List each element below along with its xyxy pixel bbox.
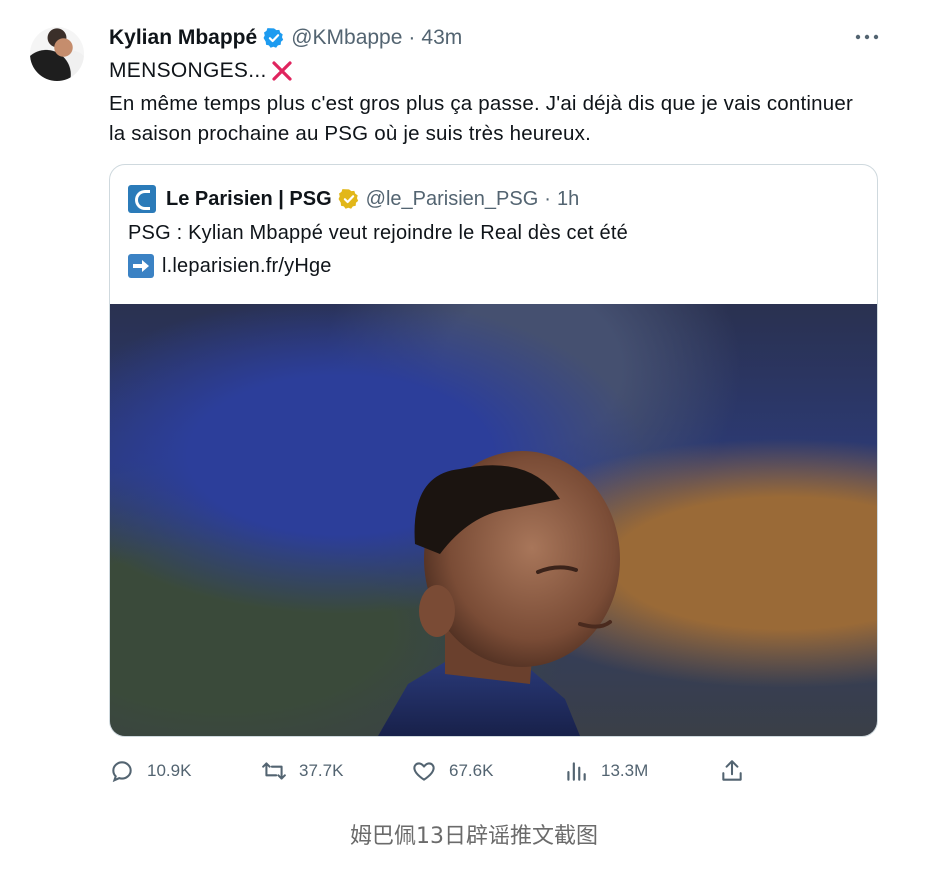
retweet-icon [262, 762, 286, 780]
tweet: Kylian Mbappé @KMbappe · 43m MENSONGES..… [0, 0, 948, 874]
tweet-text-body: En même temps plus c'est gros plus ça pa… [109, 92, 853, 145]
like-action[interactable]: 67.6K [411, 757, 493, 785]
cross-mark-icon [272, 61, 292, 81]
separator-dot: · [408, 26, 416, 49]
views-count: 13.3M [601, 761, 649, 780]
more-icon[interactable] [852, 27, 882, 47]
like-icon [413, 762, 435, 781]
tweet-text-mensonges: MENSONGES... [109, 59, 267, 82]
right-arrow-icon [128, 254, 154, 278]
share-icon [722, 760, 742, 781]
reply-icon [112, 761, 132, 783]
retweet-count: 37.7K [299, 761, 344, 780]
tweet-time[interactable]: 43m [421, 26, 462, 50]
tweet-text-line1: MENSONGES... [109, 59, 293, 83]
quoted-tweet-link-row: l.leparisien.fr/yHge [128, 254, 332, 278]
quoted-tweet[interactable]: Le Parisien | PSG @le_Parisien_PSG · 1h … [109, 164, 878, 737]
views-action[interactable]: 13.3M [563, 757, 648, 785]
quoted-tweet-time[interactable]: 1h [557, 188, 579, 211]
le-parisien-logo-icon[interactable] [128, 185, 156, 213]
verified-badge-icon [263, 28, 284, 48]
author-handle[interactable]: @KMbappe [291, 26, 402, 50]
reply-count: 10.9K [147, 761, 192, 780]
like-count: 67.6K [449, 761, 494, 780]
tweet-actions: 10.9K 37.7K 67.6K 13.3M [109, 757, 849, 785]
quoted-separator-dot: · [544, 187, 551, 210]
quoted-author-handle[interactable]: @le_Parisien_PSG [366, 188, 539, 211]
share-action[interactable] [719, 757, 757, 785]
reply-action[interactable]: 10.9K [109, 757, 191, 785]
retweet-action[interactable]: 37.7K [261, 757, 343, 785]
image-caption: 姆巴佩13日辟谣推文截图 [350, 824, 598, 849]
author-avatar[interactable] [30, 27, 84, 81]
quoted-tweet-image[interactable] [110, 304, 877, 736]
tweet-header: Kylian Mbappé @KMbappe · 43m [109, 24, 462, 52]
gold-badge-icon [338, 189, 358, 209]
quoted-author-name[interactable]: Le Parisien | PSG [166, 188, 332, 211]
author-name[interactable]: Kylian Mbappé [109, 26, 257, 50]
quoted-tweet-text: PSG : Kylian Mbappé veut rejoindre le Re… [128, 222, 628, 244]
quoted-tweet-link[interactable]: l.leparisien.fr/yHge [162, 255, 332, 278]
views-icon [567, 762, 586, 781]
player-photo [378, 451, 620, 736]
quoted-tweet-header: Le Parisien | PSG @le_Parisien_PSG · 1h [128, 185, 579, 213]
